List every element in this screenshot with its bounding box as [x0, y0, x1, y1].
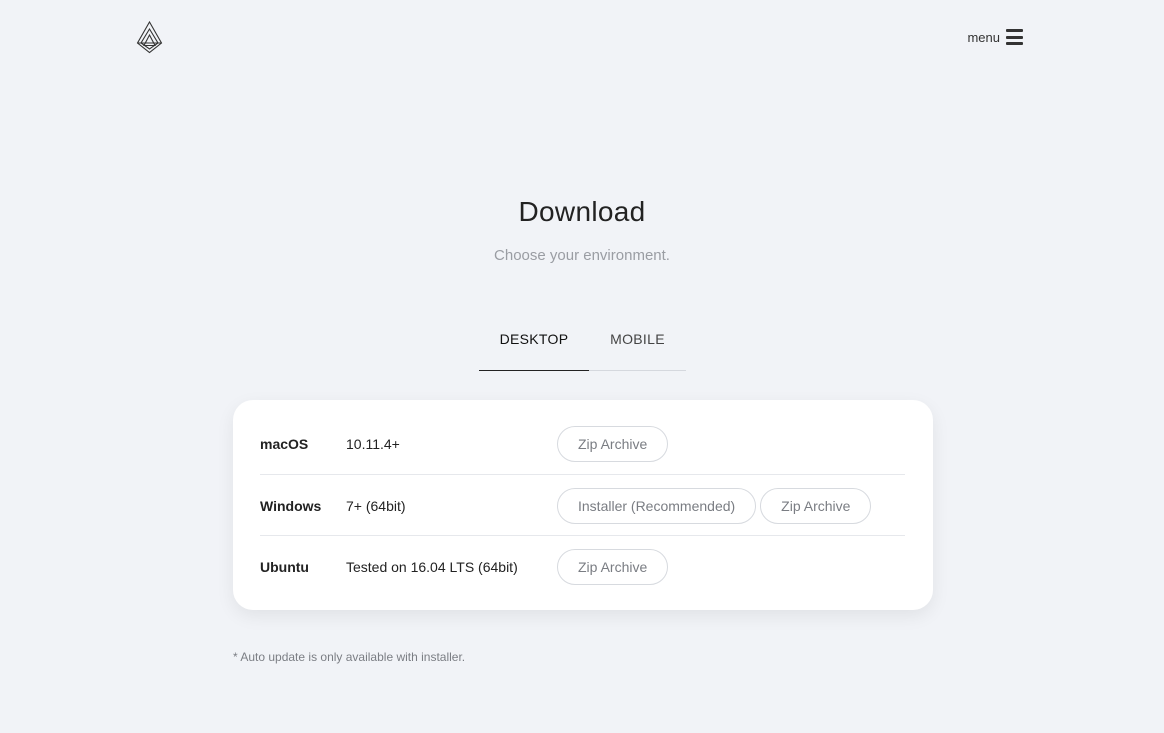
windows-installer-button[interactable]: Installer (Recommended): [557, 487, 757, 524]
tab-mobile[interactable]: MOBILE: [589, 322, 686, 370]
os-version: 7+ (64bit): [346, 497, 406, 514]
logo-icon[interactable]: [136, 20, 163, 54]
site-header: menu: [0, 0, 1164, 76]
downloads-card: macOS 10.11.4+ Zip Archive Windows 7+ (6…: [233, 400, 933, 610]
os-name: Ubuntu: [260, 558, 309, 575]
auto-update-footnote: * Auto update is only available with ins…: [233, 650, 466, 664]
os-name: macOS: [260, 435, 309, 452]
download-row-ubuntu: Ubuntu Tested on 16.04 LTS (64bit) Zip A…: [260, 535, 905, 597]
download-row-windows: Windows 7+ (64bit) Installer (Recommende…: [260, 474, 905, 536]
macos-zip-archive-button[interactable]: Zip Archive: [557, 425, 669, 462]
ubuntu-zip-archive-button[interactable]: Zip Archive: [557, 548, 669, 585]
os-name: Windows: [260, 497, 322, 514]
menu-button[interactable]: menu: [967, 27, 1023, 47]
page-subtitle: Choose your environment.: [494, 247, 670, 264]
os-version: Tested on 16.04 LTS (64bit): [346, 558, 518, 575]
hamburger-icon[interactable]: [1006, 29, 1023, 45]
os-version: 10.11.4+: [346, 435, 400, 452]
download-row-macos: macOS 10.11.4+ Zip Archive: [260, 413, 905, 474]
menu-label: menu: [967, 29, 1000, 45]
tab-desktop[interactable]: DESKTOP: [479, 322, 589, 371]
windows-zip-archive-button[interactable]: Zip Archive: [760, 487, 872, 524]
platform-tabs: DESKTOP MOBILE: [479, 322, 686, 371]
page-title: Download: [518, 196, 646, 227]
